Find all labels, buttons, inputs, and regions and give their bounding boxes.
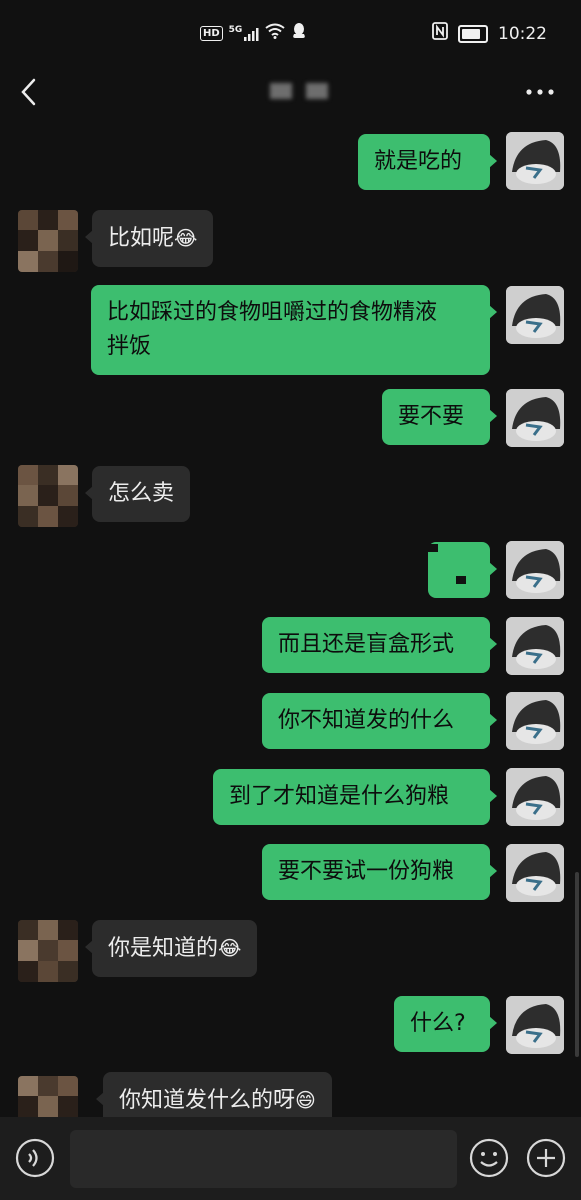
chat-title-redacted xyxy=(270,83,328,99)
plus-icon xyxy=(526,1138,566,1178)
emoji-button[interactable] xyxy=(468,1137,510,1179)
message-text: 怎么卖 xyxy=(108,481,175,506)
my-avatar[interactable] xyxy=(506,132,564,190)
wifi-icon xyxy=(265,23,285,44)
back-button[interactable] xyxy=(14,74,44,110)
my-avatar[interactable] xyxy=(506,286,564,344)
status-time: 10:22 xyxy=(498,23,547,44)
my-avatar[interactable] xyxy=(506,617,564,675)
message-bubble-sent[interactable]: 到了才知道是什么狗粮 xyxy=(213,769,497,825)
chevron-left-icon xyxy=(21,78,36,106)
message-text: 到了才知道是什么狗粮 xyxy=(229,784,450,809)
message-text: 你知道发什么的呀 xyxy=(119,1088,296,1113)
my-avatar[interactable] xyxy=(506,541,564,599)
message-bubble-sent[interactable]: 比如踩过的食物咀嚼过的食物精液 拌饭 xyxy=(91,285,497,375)
message-text-line-2: 拌饭 xyxy=(107,334,152,359)
laughing-tears-emoji: 😂 xyxy=(174,226,198,250)
message-text-line-1: 比如踩过的食物咀嚼过的食物精液 xyxy=(107,300,438,325)
more-actions-button[interactable] xyxy=(525,1137,567,1179)
redaction-mark xyxy=(424,544,438,552)
contact-avatar[interactable] xyxy=(18,1076,78,1117)
message-bubble-sent[interactable]: 你不知道发的什么 xyxy=(262,693,497,749)
battery-icon xyxy=(458,24,488,43)
chat-scrollbar[interactable] xyxy=(575,872,579,1057)
message-bubble-received[interactable]: 比如呢😂 xyxy=(84,210,214,267)
message-bubble-received[interactable]: 你是知道的😂 xyxy=(84,920,258,977)
more-options-button[interactable] xyxy=(525,80,555,104)
message-bubble-sent[interactable]: 要不要试一份狗粮 xyxy=(262,844,497,900)
signal-5g-icon: 5G xyxy=(228,24,260,42)
message-text: 要不要试一份狗粮 xyxy=(278,859,455,884)
grinning-emoji: 😄 xyxy=(295,1088,316,1112)
my-avatar[interactable] xyxy=(506,768,564,826)
message-list[interactable]: 就是吃的 比如呢😂 比如踩过的食物咀嚼过的食物精液 拌饭 要不要 怎么卖 而且还… xyxy=(0,122,581,1117)
message-text: 什么? xyxy=(410,1011,466,1036)
nfc-icon xyxy=(432,22,448,45)
message-text: 比如呢 xyxy=(108,226,175,251)
status-icons-right: 10:22 xyxy=(432,22,547,45)
input-bar xyxy=(0,1117,581,1200)
hd-icon: HD xyxy=(200,26,223,41)
my-avatar[interactable] xyxy=(506,692,564,750)
message-text: 而且还是盲盒形式 xyxy=(278,632,455,657)
qq-icon xyxy=(291,22,307,45)
message-bubble-sent[interactable]: 什么? xyxy=(394,996,497,1052)
message-text: 要不要 xyxy=(398,404,465,429)
my-avatar[interactable] xyxy=(506,844,564,902)
message-bubble-sent-redacted[interactable] xyxy=(424,542,497,598)
status-icons-left: HD 5G xyxy=(200,22,307,45)
redacted-name-block xyxy=(270,83,292,99)
message-input[interactable] xyxy=(70,1130,457,1188)
status-bar: HD 5G 10:22 xyxy=(0,0,581,62)
emoji-icon xyxy=(469,1138,509,1178)
message-bubble-received[interactable]: 你知道发什么的呀😄 xyxy=(96,1072,332,1117)
more-dots-icon xyxy=(526,89,554,95)
message-bubble-sent[interactable]: 就是吃的 xyxy=(358,134,497,190)
message-bubble-sent[interactable]: 而且还是盲盒形式 xyxy=(262,617,497,673)
laughing-tears-emoji: 😂 xyxy=(218,936,242,960)
contact-avatar[interactable] xyxy=(18,210,78,272)
message-text: 就是吃的 xyxy=(374,149,463,174)
my-avatar[interactable] xyxy=(506,996,564,1054)
network-type-label: 5G xyxy=(228,24,243,35)
contact-avatar[interactable] xyxy=(18,465,78,527)
my-avatar[interactable] xyxy=(506,389,564,447)
voice-icon xyxy=(15,1138,55,1178)
message-bubble-received[interactable]: 怎么卖 xyxy=(84,466,191,522)
redaction-mark xyxy=(456,576,466,584)
voice-input-button[interactable] xyxy=(14,1137,56,1179)
message-bubble-sent[interactable]: 要不要 xyxy=(382,389,497,445)
redacted-name-block xyxy=(306,83,328,99)
contact-avatar[interactable] xyxy=(18,920,78,982)
message-text: 你是知道的 xyxy=(108,936,219,961)
message-text: 你不知道发的什么 xyxy=(278,708,455,733)
chat-header xyxy=(0,62,581,122)
